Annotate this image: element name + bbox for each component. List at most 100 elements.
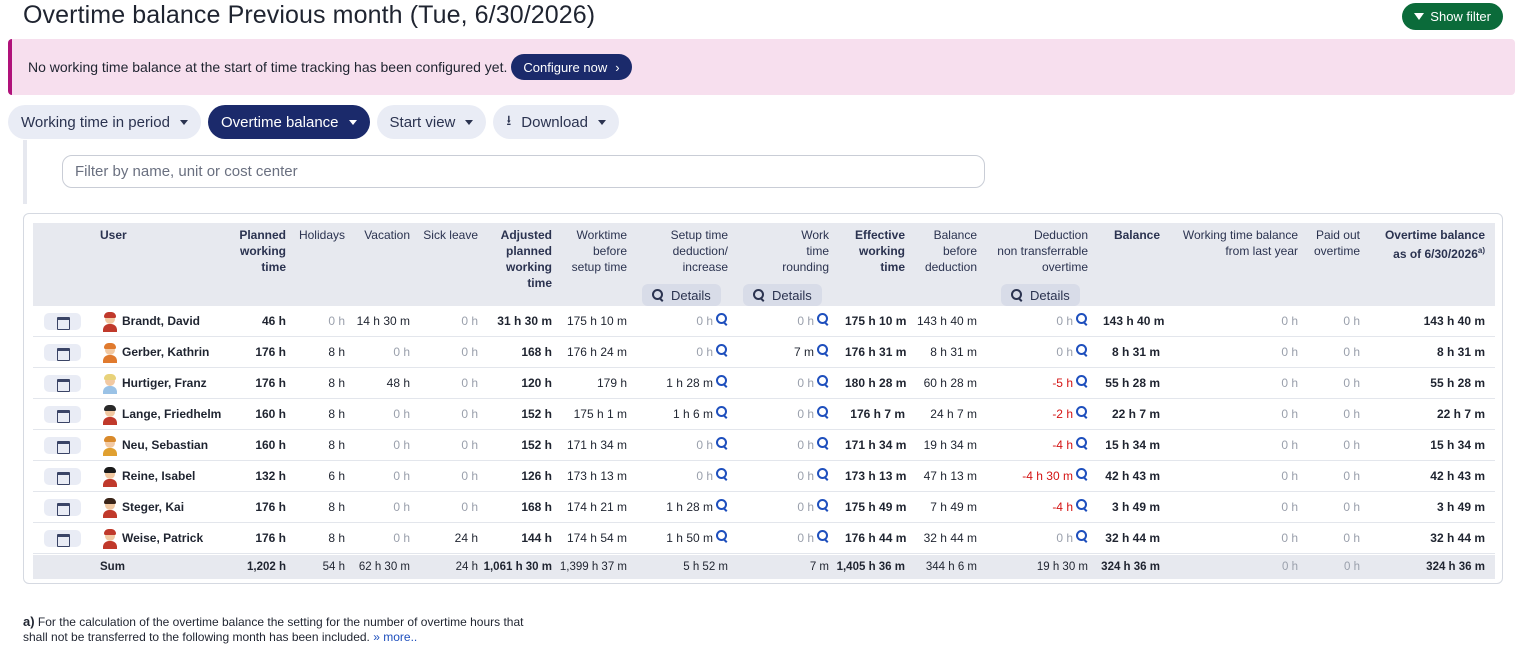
cell-effective: 173 h 13 m	[845, 461, 907, 492]
magnifier-icon[interactable]	[716, 430, 728, 461]
col-wt-last-year: Working time balance from last year	[1182, 228, 1298, 258]
calendar-icon[interactable]	[44, 437, 81, 454]
cell-value: 0 h	[797, 407, 814, 421]
show-filter-button[interactable]: Show filter	[1402, 3, 1503, 30]
col-overtime-balance: Overtime balance as of 6/30/2026a)	[1384, 228, 1485, 261]
cell-holidays: 8 h	[293, 368, 345, 399]
magnifier-icon[interactable]	[1076, 461, 1088, 492]
cell-planned: 132 h	[213, 461, 286, 492]
col-worktime-before: Worktime before setup time	[571, 228, 627, 274]
user-name[interactable]: Hurtiger, Franz	[122, 368, 207, 399]
magnifier-icon[interactable]	[716, 492, 728, 523]
magnifier-icon[interactable]	[716, 368, 728, 399]
search-icon	[716, 313, 728, 325]
magnifier-icon[interactable]	[817, 368, 829, 399]
cell-before: 173 h 13 m	[558, 461, 627, 492]
search-icon	[1076, 499, 1088, 511]
cell-sick: 24 h	[418, 523, 478, 554]
magnifier-icon[interactable]	[817, 399, 829, 430]
avatar	[101, 404, 119, 425]
magnifier-icon[interactable]	[716, 461, 728, 492]
cell-holidays: 8 h	[293, 492, 345, 523]
cell-setup: 0 h	[643, 337, 728, 368]
user-name[interactable]: Reine, Isabel	[122, 461, 195, 492]
avatar	[101, 311, 119, 332]
calendar-icon[interactable]	[44, 344, 81, 361]
calendar-icon[interactable]	[44, 530, 81, 547]
configure-now-button[interactable]: Configure now ›	[511, 54, 632, 80]
magnifier-icon[interactable]	[817, 523, 829, 554]
cell-value: 0 h	[797, 438, 814, 452]
magnifier-icon[interactable]	[716, 337, 728, 368]
cell-value: 0 h	[797, 531, 814, 545]
setup-details-button[interactable]: Details	[642, 284, 721, 306]
magnifier-icon[interactable]	[817, 461, 829, 492]
table-row: Gerber, Kathrin 176 h 8 h 0 h 0 h 168 h 176 h …	[33, 337, 1495, 368]
calendar-icon[interactable]	[44, 375, 81, 392]
avatar	[101, 497, 119, 518]
magnifier-icon[interactable]	[716, 306, 728, 337]
cell-value: 152 h	[521, 438, 552, 452]
cell-balance: 143 h 40 m	[1103, 306, 1164, 337]
magnifier-icon[interactable]	[817, 430, 829, 461]
magnifier-icon[interactable]	[1076, 337, 1088, 368]
cell-rounding: 0 h	[733, 461, 829, 492]
cell-paid-out: 0 h	[1305, 306, 1360, 337]
cell-value: 168 h	[521, 345, 552, 359]
more-link[interactable]: » more..	[373, 630, 417, 644]
magnifier-icon[interactable]	[1076, 399, 1088, 430]
user-name[interactable]: Lange, Friedhelm	[122, 399, 221, 430]
col-deduction: Deduction non transferrable overtime	[997, 228, 1088, 274]
calendar-icon[interactable]	[44, 406, 81, 423]
cell-value: 173 h 13 m	[845, 469, 907, 483]
cell-vacation: 0 h	[353, 337, 410, 368]
cell-sick: 0 h	[418, 368, 478, 399]
cell-value: 0 h	[1281, 314, 1298, 328]
deduction-details-button[interactable]: Details	[1001, 284, 1080, 306]
search-input[interactable]	[62, 155, 985, 188]
alert-text: No working time balance at the start of …	[28, 59, 508, 75]
cell-value: 0 h	[797, 314, 814, 328]
calendar-icon[interactable]	[44, 468, 81, 485]
user-name[interactable]: Weise, Patrick	[122, 523, 203, 554]
cell-value: 0 h	[1281, 376, 1298, 390]
cell-balance: 55 h 28 m	[1103, 368, 1160, 399]
avatar-body	[103, 324, 117, 332]
overtime-balance-dropdown[interactable]: Overtime balance	[207, 105, 370, 139]
cell-effective: 171 h 34 m	[845, 430, 906, 461]
cell-value: 1 h 28 m	[666, 500, 713, 514]
magnifier-icon[interactable]	[716, 399, 728, 430]
magnifier-icon[interactable]	[1076, 368, 1088, 399]
magnifier-icon[interactable]	[1076, 523, 1088, 554]
cell-value: 0 h	[797, 376, 814, 390]
user-name[interactable]: Steger, Kai	[122, 492, 184, 523]
cell-value: 0 h	[1343, 438, 1360, 452]
cell-effective: 175 h 10 m	[845, 306, 906, 337]
cell-value: 0 h	[1343, 469, 1360, 483]
download-dropdown[interactable]: ⭳ Download	[493, 105, 619, 139]
cell-adjusted: 168 h	[483, 492, 552, 523]
calendar-icon[interactable]	[44, 313, 81, 330]
magnifier-icon[interactable]	[817, 492, 829, 523]
cell-value: 0 h	[1343, 531, 1360, 545]
user-name[interactable]: Brandt, David	[122, 306, 200, 337]
user-name[interactable]: Gerber, Kathrin	[122, 337, 209, 368]
calendar-icon[interactable]	[44, 499, 81, 516]
table-header: User Planned working time Holidays Vacatio…	[33, 223, 1495, 306]
avatar-hair	[104, 529, 116, 535]
cell-holidays: 8 h	[293, 337, 345, 368]
cell-rounding: 7 m	[733, 337, 829, 368]
working-time-dropdown[interactable]: Working time in period	[8, 105, 201, 139]
start-view-dropdown[interactable]: Start view	[376, 105, 487, 139]
search-icon	[817, 499, 829, 511]
magnifier-icon[interactable]	[1076, 492, 1088, 523]
magnifier-icon[interactable]	[817, 337, 829, 368]
magnifier-icon[interactable]	[817, 306, 829, 337]
magnifier-icon[interactable]	[716, 523, 728, 554]
magnifier-icon[interactable]	[1076, 430, 1088, 461]
cell-value: 42 h 43 m	[1105, 469, 1160, 483]
search-icon	[817, 344, 829, 356]
user-name[interactable]: Neu, Sebastian	[122, 430, 208, 461]
magnifier-icon[interactable]	[1076, 306, 1088, 337]
rounding-details-button[interactable]: Details	[743, 284, 822, 306]
